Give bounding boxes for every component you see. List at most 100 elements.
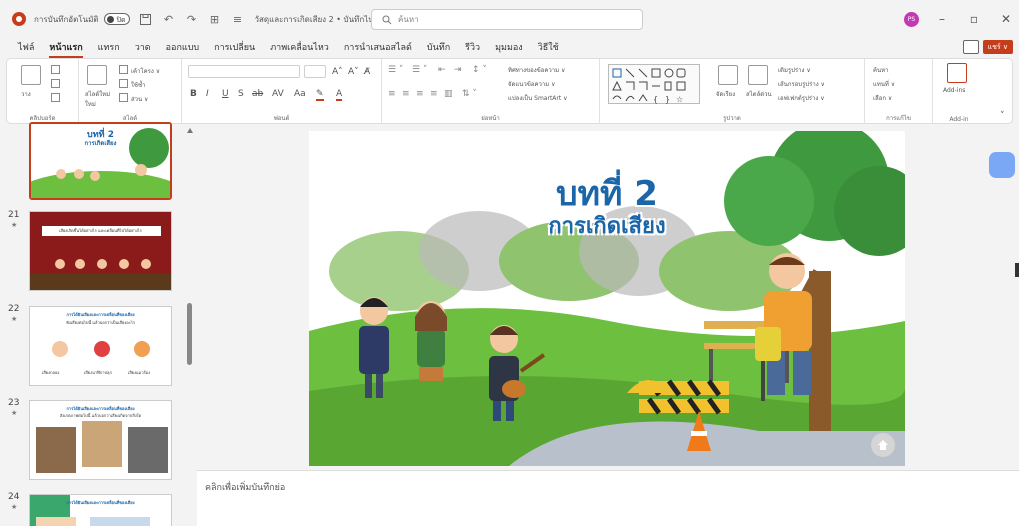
- decrease-indent-icon[interactable]: ⇤: [438, 65, 446, 75]
- addins-icon[interactable]: [947, 63, 967, 83]
- replace-label[interactable]: แทนที่ ∨: [873, 79, 895, 89]
- tab-slideshow[interactable]: การนำเสนอสไลด์: [344, 40, 412, 58]
- clear-formatting-icon[interactable]: A̸: [364, 67, 370, 77]
- tab-insert[interactable]: แทรก: [98, 40, 120, 58]
- customize-toolbar-icon[interactable]: ≡: [231, 12, 245, 26]
- text-direction-icon[interactable]: ⇅ ˅: [462, 89, 477, 99]
- addins-label[interactable]: Add-ins: [943, 87, 965, 94]
- copilot-icon[interactable]: [989, 152, 1015, 178]
- tab-review[interactable]: รีวิว: [465, 40, 480, 58]
- start-slideshow-icon[interactable]: ⊞: [208, 12, 222, 26]
- tab-help[interactable]: วิธีใช้: [538, 40, 559, 58]
- arrange-icon[interactable]: [718, 65, 738, 85]
- avatar[interactable]: PS: [904, 12, 919, 27]
- ribbon: วาง คลิปบอร์ด สไลด์ใหม่ ใหม่ เค้าโครง ∨ …: [6, 58, 1013, 125]
- highlight-color-icon[interactable]: ✎: [316, 89, 324, 101]
- paste-icon[interactable]: [21, 65, 41, 85]
- layout-label[interactable]: เค้าโครง ∨: [131, 66, 160, 76]
- bullets-icon[interactable]: ☰ ˅: [388, 65, 403, 75]
- slide-subtitle[interactable]: การเกิดเสียง: [309, 208, 905, 243]
- tab-view[interactable]: มุมมอง: [495, 40, 523, 58]
- restore-icon[interactable]: ▫: [962, 10, 986, 28]
- strikethrough-button[interactable]: ab: [252, 89, 263, 99]
- share-button[interactable]: แชร์ ∨: [982, 40, 1013, 54]
- character-spacing-button[interactable]: AV: [272, 89, 284, 99]
- current-slide[interactable]: บทที่ 2 การเกิดเสียง: [309, 131, 905, 466]
- slide-thumbnail-21[interactable]: เสียงเกิดขึ้นได้อย่างไร และเคลื่อนที่ไปไ…: [29, 211, 172, 291]
- find-label[interactable]: ค้นหา: [873, 65, 888, 75]
- shapes-gallery-icons: { } ☆: [612, 68, 686, 104]
- slide-thumbnail-23[interactable]: การได้ยินเสียงและการเคลื่อนที่ของเสียง ส…: [29, 400, 172, 480]
- autosave-toggle[interactable]: ปิด: [103, 13, 130, 25]
- font-family-dropdown[interactable]: [188, 65, 300, 78]
- section-icon[interactable]: [119, 93, 128, 102]
- layout-icon[interactable]: [119, 65, 128, 74]
- text-direction-label[interactable]: ทิศทางของข้อความ ∨: [508, 65, 565, 75]
- tab-home[interactable]: หน้าแรก: [49, 40, 83, 58]
- align-text-label[interactable]: จัดแนวข้อความ ∨: [508, 79, 555, 89]
- numbering-icon[interactable]: ☰ ˅: [412, 65, 427, 75]
- toggle-knob: [106, 16, 114, 23]
- home-icon[interactable]: [871, 433, 895, 457]
- shapes-gallery[interactable]: { } ☆: [608, 64, 700, 104]
- comments-icon[interactable]: [962, 40, 979, 54]
- tab-record[interactable]: บันทึก: [427, 40, 450, 58]
- reuse-icon[interactable]: [119, 79, 128, 88]
- slide-thumbnails-pane: บทที่ 2 การเกิดเสียง 21 ★ เสียงเกิดขึ้นไ…: [0, 122, 197, 526]
- save-icon[interactable]: [139, 12, 153, 26]
- search-input[interactable]: ค้นหา: [371, 9, 643, 30]
- new-slide-icon[interactable]: [87, 65, 107, 85]
- close-icon[interactable]: ✕: [994, 10, 1018, 28]
- tab-animations[interactable]: ภาพเคลื่อนไหว: [270, 40, 329, 58]
- thumbnail-22-item: เสียงนาฬิกาปลุก: [84, 370, 112, 375]
- undo-icon[interactable]: ↶: [162, 12, 176, 26]
- slide-thumbnail-24[interactable]: การได้ยินเสียงและการเคลื่อนที่ของเสียง: [29, 494, 172, 526]
- change-case-button[interactable]: Aa: [294, 89, 306, 99]
- tab-transitions[interactable]: การเปลี่ยน: [214, 40, 255, 58]
- section-label[interactable]: ส่วน ∨: [131, 94, 148, 104]
- smartart-label[interactable]: แปลงเป็น SmartArt ∨: [508, 93, 568, 103]
- font-size-dropdown[interactable]: [304, 65, 326, 78]
- font-group-label: ฟอนต์: [273, 115, 290, 122]
- quick-styles-icon[interactable]: [748, 65, 768, 85]
- shadow-button[interactable]: S: [238, 89, 244, 99]
- tab-design[interactable]: ออกแบบ: [166, 40, 200, 58]
- star-icon: ★: [11, 315, 18, 323]
- scroll-up-icon[interactable]: [187, 128, 193, 133]
- minimize-icon[interactable]: –: [930, 10, 954, 28]
- thumbnails-scrollbar[interactable]: [187, 303, 192, 365]
- increase-font-icon[interactable]: A˄: [332, 67, 343, 77]
- reuse-label[interactable]: ใช้ซ้ำ: [131, 80, 145, 90]
- tab-file[interactable]: ไฟล์: [18, 40, 34, 58]
- addins-group: Add-ins Add-in: [933, 59, 985, 125]
- italic-button[interactable]: I: [206, 89, 209, 99]
- redo-icon[interactable]: ↷: [185, 12, 199, 26]
- increase-indent-icon[interactable]: ⇥: [454, 65, 462, 75]
- search-placeholder: ค้นหา: [398, 15, 419, 24]
- slide-thumbnail-22[interactable]: การได้ยินเสียงและการเคลื่อนที่ของเสียง ฟ…: [29, 306, 172, 386]
- decrease-font-icon[interactable]: A˅: [348, 67, 359, 77]
- scroll-indicator[interactable]: [1015, 263, 1019, 277]
- align-center-icon[interactable]: ≡: [402, 89, 410, 99]
- paragraph-group: ☰ ˅ ☰ ˅ ⇤ ⇥ ↕ ˅ ทิศทางของข้อความ ∨ จัดแน…: [382, 59, 600, 125]
- font-color-button[interactable]: A: [336, 89, 343, 101]
- copy-icon[interactable]: [51, 79, 60, 88]
- collapse-ribbon-icon[interactable]: ˅: [1000, 111, 1005, 121]
- svg-text:{: {: [653, 95, 658, 104]
- columns-icon[interactable]: ▥: [444, 89, 453, 99]
- shape-effects-label[interactable]: เอฟเฟกต์รูปร่าง ∨: [778, 93, 825, 103]
- slide-thumbnail-20[interactable]: บทที่ 2 การเกิดเสียง: [29, 122, 172, 200]
- align-left-icon[interactable]: ≡: [388, 89, 396, 99]
- notes-pane[interactable]: คลิกเพื่อเพิ่มบันทึกย่อ: [197, 470, 1019, 526]
- bold-button[interactable]: B: [190, 89, 197, 99]
- shape-fill-label[interactable]: เติมรูปร่าง ∨: [778, 65, 811, 75]
- tab-draw[interactable]: วาด: [135, 40, 151, 58]
- justify-icon[interactable]: ≡: [430, 89, 438, 99]
- cut-icon[interactable]: [51, 65, 60, 74]
- format-painter-icon[interactable]: [51, 93, 60, 102]
- select-label[interactable]: เลือก ∨: [873, 93, 892, 103]
- underline-button[interactable]: U: [222, 89, 229, 99]
- align-right-icon[interactable]: ≡: [416, 89, 424, 99]
- shape-outline-label[interactable]: เส้นกรอบรูปร่าง ∨: [778, 79, 825, 89]
- line-spacing-icon[interactable]: ↕ ˅: [472, 65, 487, 75]
